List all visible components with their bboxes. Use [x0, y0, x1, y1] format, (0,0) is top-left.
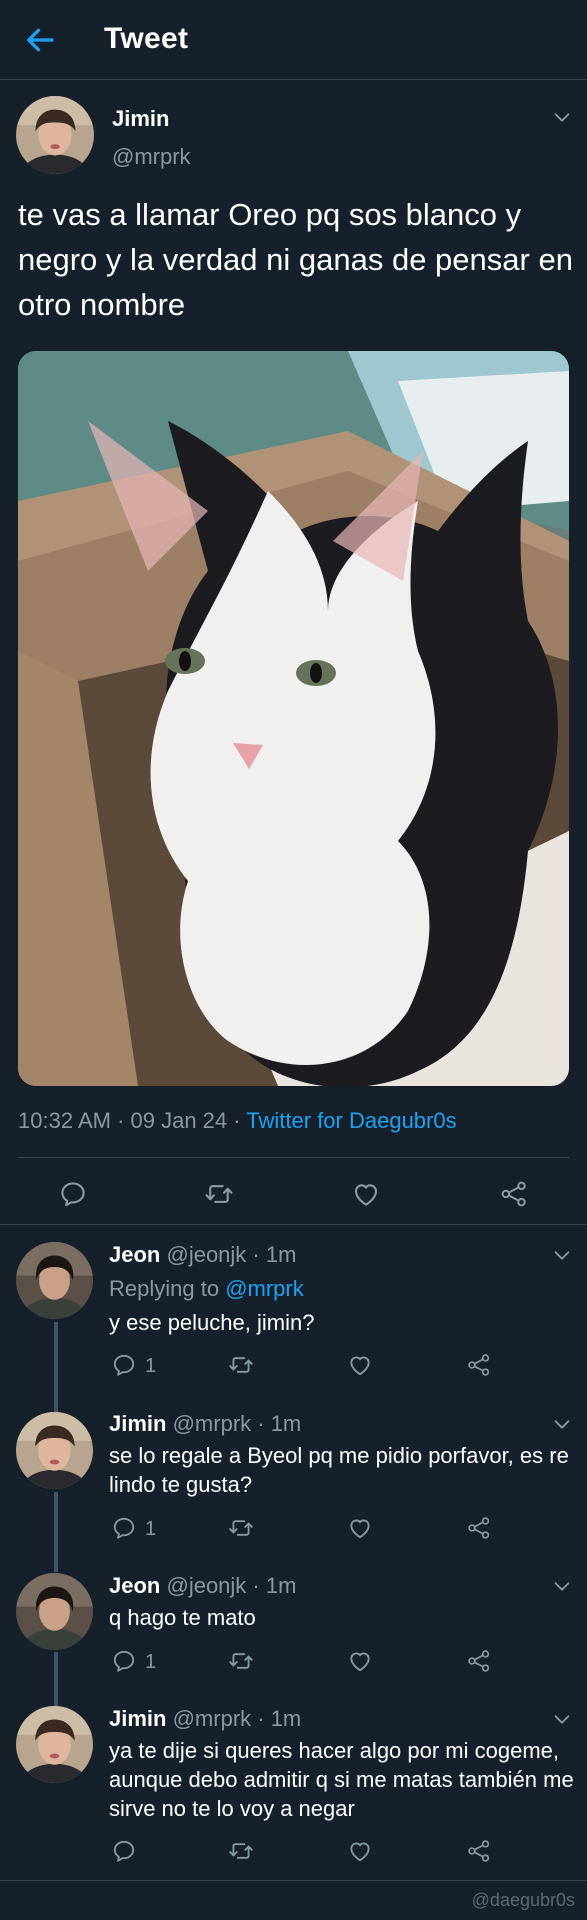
- mention-link[interactable]: @mrprk: [225, 1276, 304, 1301]
- reply-text: y ese peluche, jimin?: [109, 1310, 315, 1335]
- top-bar: Tweet: [0, 0, 587, 80]
- share-icon[interactable]: [466, 1352, 492, 1378]
- reply-icon[interactable]: [111, 1515, 137, 1541]
- retweet-icon[interactable]: [228, 1838, 254, 1864]
- avatar[interactable]: [16, 1412, 93, 1489]
- reply-icon[interactable]: [111, 1838, 137, 1864]
- reply-text: se lo regale a Byeol pq me pidio porfavo…: [109, 1443, 569, 1497]
- retweet-icon[interactable]: [228, 1352, 254, 1378]
- tweet-photo[interactable]: [18, 351, 569, 1086]
- reply-author-handle: @mrprk · 1m: [172, 1411, 302, 1436]
- reply-author-name[interactable]: Jeon: [109, 1573, 160, 1598]
- replying-to: Replying to @mrprk: [109, 1276, 304, 1302]
- chevron-down-icon[interactable]: [551, 1413, 573, 1435]
- avatar[interactable]: [16, 1242, 93, 1319]
- divider: [0, 1880, 587, 1881]
- tweet-meta: 10:32 AM · 09 Jan 24 · Twitter for Daegu…: [18, 1108, 457, 1134]
- reply-header: Jeon @jeonjk · 1m: [109, 1573, 296, 1599]
- avatar[interactable]: [16, 96, 94, 174]
- like-icon[interactable]: [351, 1179, 381, 1209]
- tweet-source-link[interactable]: Twitter for Daegubr0s: [246, 1108, 456, 1133]
- divider: [0, 1224, 587, 1225]
- chevron-down-icon[interactable]: [551, 1244, 573, 1266]
- thread-line: [54, 1652, 58, 1708]
- reply-author-handle: @jeonjk · 1m: [166, 1573, 297, 1598]
- reply-count: 1: [145, 1355, 157, 1377]
- author-handle[interactable]: @mrprk: [112, 144, 191, 170]
- share-icon[interactable]: [466, 1515, 492, 1541]
- reply-icon[interactable]: [58, 1179, 88, 1209]
- reply-text: ya te dije si queres hacer algo por mi c…: [109, 1738, 574, 1821]
- share-icon[interactable]: [499, 1179, 529, 1209]
- chevron-down-icon[interactable]: [551, 106, 573, 128]
- reply-header: Jimin @mrprk · 1m: [109, 1706, 301, 1732]
- share-icon[interactable]: [466, 1648, 492, 1674]
- reply-author-handle: @mrprk · 1m: [172, 1706, 302, 1731]
- page-title: Tweet: [104, 22, 189, 55]
- like-icon[interactable]: [347, 1648, 373, 1674]
- tweet-timestamp: 10:32 AM · 09 Jan 24 ·: [18, 1108, 247, 1133]
- like-icon[interactable]: [347, 1838, 373, 1864]
- retweet-icon[interactable]: [204, 1179, 234, 1209]
- reply-author-name[interactable]: Jimin: [109, 1706, 166, 1731]
- divider: [18, 1157, 569, 1158]
- reply-count: 1: [145, 1651, 157, 1673]
- reply-icon[interactable]: [111, 1352, 137, 1378]
- like-icon[interactable]: [347, 1352, 373, 1378]
- reply-author-handle: @jeonjk · 1m: [166, 1242, 297, 1267]
- reply-author-name[interactable]: Jimin: [109, 1411, 166, 1436]
- retweet-icon[interactable]: [228, 1515, 254, 1541]
- reply-header: Jeon @jeonjk · 1m: [109, 1242, 296, 1268]
- chevron-down-icon[interactable]: [551, 1575, 573, 1597]
- reply-header: Jimin @mrprk · 1m: [109, 1411, 301, 1437]
- back-arrow-icon[interactable]: [22, 22, 58, 58]
- watermark: @daegubr0s: [471, 1890, 575, 1910]
- retweet-icon[interactable]: [228, 1648, 254, 1674]
- author-name[interactable]: Jimin: [112, 106, 169, 132]
- chevron-down-icon[interactable]: [551, 1708, 573, 1730]
- share-icon[interactable]: [466, 1838, 492, 1864]
- like-icon[interactable]: [347, 1515, 373, 1541]
- avatar[interactable]: [16, 1573, 93, 1650]
- thread-line: [54, 1322, 58, 1412]
- avatar[interactable]: [16, 1706, 93, 1783]
- reply-count: 1: [145, 1518, 157, 1540]
- replying-to-label: Replying to: [109, 1276, 226, 1301]
- reply-author-name[interactable]: Jeon: [109, 1242, 160, 1267]
- tweet-actions: [0, 1167, 587, 1225]
- reply-icon[interactable]: [111, 1648, 137, 1674]
- tweet-text: te vas a llamar Oreo pq sos blanco y neg…: [18, 197, 573, 322]
- reply-text: q hago te mato: [109, 1605, 256, 1630]
- thread-line: [54, 1492, 58, 1572]
